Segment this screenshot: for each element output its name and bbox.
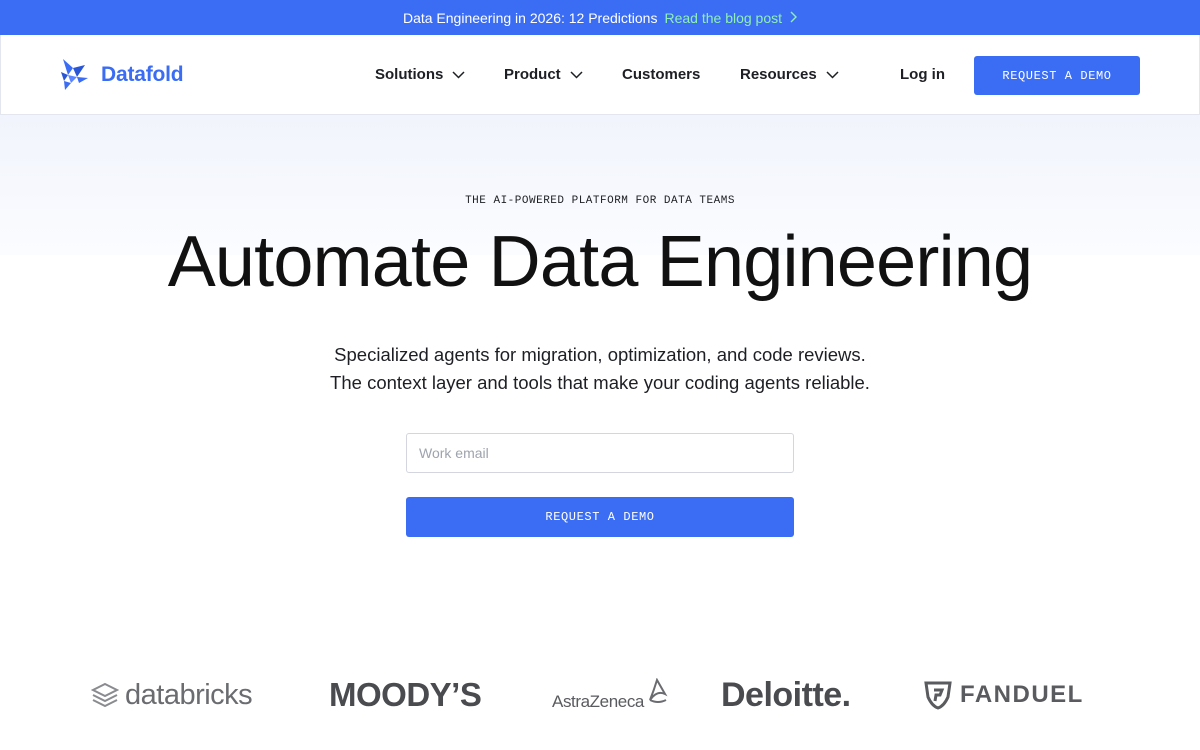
- login-label: Log in: [900, 66, 945, 83]
- astrazeneca-swirl-icon: [649, 678, 668, 703]
- hero-subheading: Specialized agents for migration, optimi…: [0, 341, 1200, 397]
- login-link[interactable]: Log in: [900, 35, 945, 114]
- nav-item-label: Resources: [740, 66, 817, 83]
- hero-subheading-line: Specialized agents for migration, optimi…: [334, 344, 866, 365]
- hero-eyebrow: THE AI-POWERED PLATFORM FOR DATA TEAMS: [465, 195, 735, 207]
- customer-logo-astrazeneca: AstraZeneca: [552, 665, 668, 725]
- nav-item-product[interactable]: Product: [504, 35, 583, 114]
- customer-logo-text: Deloitte.: [721, 675, 851, 714]
- nav-item-solutions[interactable]: Solutions: [375, 35, 465, 114]
- customer-logo-text: FANDUEL: [960, 681, 1084, 708]
- customer-logo-fanduel: FANDUEL: [924, 665, 1084, 725]
- nav-item-label: Customers: [622, 66, 701, 83]
- customer-logo-deloitte: Deloitte.: [721, 665, 851, 725]
- fanduel-shield-icon: [924, 681, 952, 710]
- announcement-bar: Data Engineering in 2026: 12 Predictions…: [0, 0, 1200, 35]
- nav-item-label: Product: [504, 66, 561, 83]
- datafold-bird-icon: [61, 59, 89, 91]
- chevron-down-icon: [570, 70, 583, 79]
- request-demo-hero-button[interactable]: REQUEST A DEMO: [406, 497, 794, 537]
- customer-logos: databricks MOODY’S AstraZeneca Deloitte.…: [0, 665, 1200, 735]
- nav-item-label: Solutions: [375, 66, 444, 83]
- databricks-stack-icon: [91, 682, 119, 708]
- chevron-right-icon: [790, 10, 798, 26]
- customer-logo-text: AstraZeneca: [552, 692, 644, 711]
- nav-item-customers[interactable]: Customers: [622, 35, 700, 114]
- customer-logo-databricks: databricks: [91, 665, 253, 725]
- announcement-link[interactable]: Read the blog post: [664, 9, 798, 26]
- announcement-text: Data Engineering in 2026: 12 Predictions: [402, 9, 658, 26]
- top-nav: Datafold Solutions Product Customers Res…: [0, 35, 1200, 115]
- brand-logo[interactable]: Datafold: [61, 59, 184, 91]
- chevron-down-icon: [826, 70, 839, 79]
- hero-subheading-line: The context layer and tools that make yo…: [330, 372, 870, 393]
- work-email-input[interactable]: [406, 433, 794, 473]
- announcement-link-label: Read the blog post: [664, 9, 783, 26]
- request-demo-nav-button[interactable]: REQUEST A DEMO: [974, 56, 1140, 95]
- brand-name: Datafold: [101, 63, 184, 86]
- chevron-down-icon: [452, 70, 465, 79]
- customer-logo-text: MOODY’S: [329, 676, 482, 713]
- customer-logo-moodys: MOODY’S: [329, 665, 482, 725]
- hero-headline: Automate Data Engineering: [167, 222, 1033, 302]
- customer-logo-text: databricks: [125, 678, 253, 711]
- nav-item-resources[interactable]: Resources: [740, 35, 839, 114]
